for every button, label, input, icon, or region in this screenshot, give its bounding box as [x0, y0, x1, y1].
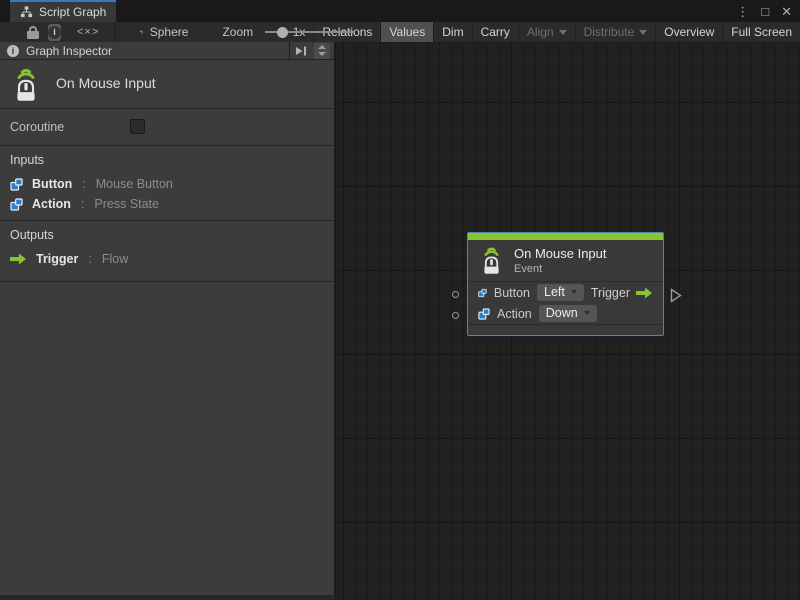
- value-port-icon: [10, 198, 23, 211]
- node-subtitle: Event: [514, 263, 607, 275]
- unit-title: On Mouse Input: [56, 75, 156, 91]
- coroutine-label: Coroutine: [10, 120, 64, 134]
- graph-canvas[interactable]: On Mouse Input Event Button Left Trigger: [336, 42, 800, 600]
- maximize-icon[interactable]: □: [761, 5, 769, 18]
- inspector-header: i Graph Inspector: [0, 42, 334, 60]
- trigger-output: Trigger: [591, 286, 653, 300]
- info-icon: i: [48, 26, 61, 39]
- close-icon[interactable]: ✕: [781, 5, 792, 18]
- zoom-label: Zoom: [222, 25, 253, 39]
- graph-hierarchy-icon: [20, 6, 33, 18]
- button-dropdown[interactable]: Left: [537, 284, 584, 301]
- info-icon: i: [7, 45, 19, 57]
- graph-inspector-panel: i Graph Inspector On Mous: [0, 42, 335, 595]
- tab-bar: Script Graph ⋮ □ ✕: [0, 0, 800, 22]
- chevron-down-icon: [584, 311, 590, 315]
- panel-resize-edge[interactable]: [0, 595, 335, 600]
- chevron-up-icon[interactable]: [318, 45, 326, 49]
- node-port-label: Action: [497, 307, 532, 321]
- inputs-header: Inputs: [0, 153, 334, 167]
- mouse-input-icon: [480, 245, 503, 275]
- value-port-icon: [10, 178, 23, 191]
- value-port-icon: [478, 287, 487, 299]
- outputs-header: Outputs: [0, 228, 334, 242]
- inputs-section: Inputs Button:Mouse Button Action:Press …: [0, 146, 334, 221]
- input-port-button[interactable]: [452, 291, 459, 298]
- graph-target-label[interactable]: Sphere: [150, 25, 189, 39]
- overview-button[interactable]: Overview: [655, 22, 722, 42]
- carry-button[interactable]: Carry: [472, 22, 518, 42]
- node-header[interactable]: On Mouse Input Event: [468, 240, 663, 282]
- value-port-icon: [478, 308, 490, 320]
- zoom-slider[interactable]: [265, 26, 285, 38]
- dim-button[interactable]: Dim: [433, 22, 471, 42]
- values-button[interactable]: Values: [380, 22, 433, 42]
- chevron-down-icon: [571, 290, 577, 294]
- window-menu-icon[interactable]: ⋮: [736, 5, 749, 18]
- toolbar-separator: [115, 22, 116, 42]
- distribute-dropdown: Distribute: [575, 22, 656, 42]
- coroutine-row: Coroutine: [0, 109, 334, 146]
- node-port-label: Button: [494, 286, 530, 300]
- tab-script-graph[interactable]: Script Graph: [10, 0, 116, 22]
- node-output-label: Trigger: [591, 286, 630, 300]
- fullscreen-button[interactable]: Full Screen: [722, 22, 800, 42]
- outputs-section: Outputs Trigger:Flow: [0, 221, 334, 282]
- flow-arrow-icon: [10, 253, 27, 265]
- toolbar-button-group: Relations Values Dim Carry Align Distrib…: [313, 22, 800, 42]
- chevron-down-icon: [639, 30, 647, 35]
- tab-title: Script Graph: [39, 5, 106, 19]
- inspector-title: Graph Inspector: [26, 44, 289, 58]
- node-row-button: Button Left Trigger: [468, 282, 663, 303]
- panel-stepper[interactable]: [314, 43, 330, 59]
- zoom-slider-handle[interactable]: [277, 27, 288, 38]
- unity-script-graph-window: Script Graph ⋮ □ ✕ i <×> Sphere Zoom 1x: [0, 0, 800, 600]
- output-port-trigger[interactable]: [670, 288, 682, 303]
- node-footer: [468, 324, 663, 335]
- script-graph-icon: [140, 24, 143, 40]
- node-accent-bar: [468, 233, 663, 240]
- graph-toolbar: i <×> Sphere Zoom 1x Relations Values Di…: [0, 22, 800, 42]
- unit-section: On Mouse Input: [0, 60, 334, 109]
- lock-icon[interactable]: [27, 26, 39, 39]
- edit-script-icon[interactable]: <×>: [77, 26, 99, 38]
- input-row-action: Action:Press State: [0, 195, 334, 213]
- dock-panel-button[interactable]: [290, 43, 312, 59]
- inspector-toggle-button[interactable]: i: [48, 24, 61, 41]
- output-row-trigger: Trigger:Flow: [0, 250, 334, 268]
- input-port-action[interactable]: [452, 312, 459, 319]
- coroutine-checkbox[interactable]: [130, 119, 145, 134]
- node-on-mouse-input[interactable]: On Mouse Input Event Button Left Trigger: [467, 232, 664, 336]
- chevron-down-icon: [559, 30, 567, 35]
- input-row-button: Button:Mouse Button: [0, 175, 334, 193]
- flow-arrow-icon: [636, 287, 653, 299]
- chevron-down-icon[interactable]: [318, 52, 326, 56]
- action-dropdown[interactable]: Down: [539, 305, 597, 322]
- mouse-input-icon: [12, 66, 40, 102]
- node-title: On Mouse Input: [514, 246, 607, 261]
- align-dropdown: Align: [518, 22, 575, 42]
- node-row-action: Action Down: [468, 303, 663, 324]
- window-controls: ⋮ □ ✕: [736, 0, 792, 22]
- dock-icon: [295, 45, 307, 57]
